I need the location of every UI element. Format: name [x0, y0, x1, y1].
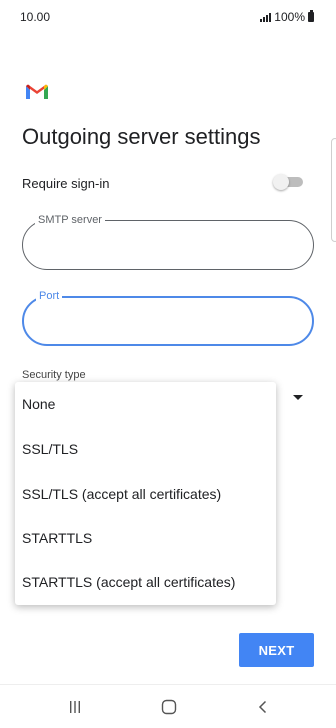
battery-icon — [308, 10, 314, 22]
home-button[interactable] — [157, 695, 181, 719]
status-indicators: 100% — [260, 10, 314, 24]
require-signin-toggle[interactable] — [273, 174, 303, 190]
back-button[interactable] — [251, 695, 275, 719]
smtp-server-field[interactable]: SMTP server — [22, 213, 314, 270]
require-signin-label: Require sign-in — [22, 176, 110, 191]
smtp-server-label: SMTP server — [35, 213, 105, 227]
status-time: 10.00 — [20, 10, 51, 24]
menu-item-starttls-accept-all[interactable]: STARTTLS (accept all certificates) — [22, 574, 235, 590]
back-icon — [258, 700, 267, 714]
gmail-logo — [26, 84, 48, 99]
scroll-edge — [331, 138, 336, 242]
recent-apps-icon — [70, 701, 80, 713]
battery-level: 100% — [274, 10, 305, 24]
status-bar: 10.00 100% — [0, 0, 336, 34]
menu-item-ssl-tls-accept-all[interactable]: SSL/TLS (accept all certificates) — [22, 486, 221, 502]
navigation-bar — [0, 684, 336, 728]
security-type-label: Security type — [22, 369, 86, 381]
security-type-menu: None SSL/TLS SSL/TLS (accept all certifi… — [15, 382, 276, 605]
home-icon — [161, 699, 177, 715]
port-field[interactable]: Port — [22, 289, 314, 346]
smtp-server-input[interactable] — [39, 233, 299, 257]
recent-apps-button[interactable] — [63, 695, 87, 719]
menu-item-none[interactable]: None — [22, 396, 55, 412]
chevron-down-icon[interactable] — [293, 395, 303, 400]
signal-icon — [260, 12, 272, 22]
page-title: Outgoing server settings — [22, 124, 261, 149]
port-input[interactable] — [40, 310, 300, 334]
toggle-knob — [273, 174, 289, 190]
port-label: Port — [36, 289, 63, 303]
menu-item-ssl-tls[interactable]: SSL/TLS — [22, 441, 78, 457]
next-button[interactable]: NEXT — [239, 633, 314, 667]
menu-item-starttls[interactable]: STARTTLS — [22, 530, 92, 546]
